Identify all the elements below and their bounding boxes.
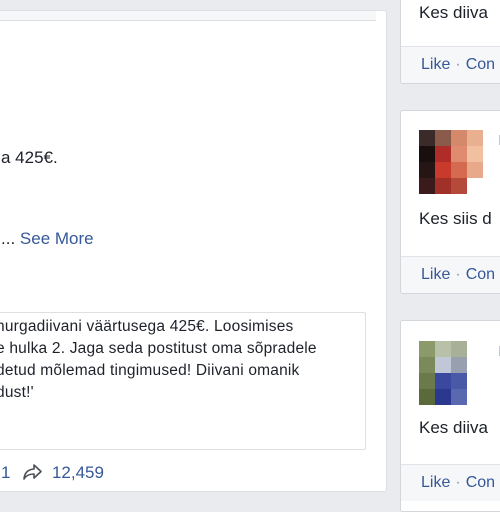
commenter-avatar[interactable] bbox=[419, 341, 483, 405]
quote-line-1: nurgadiivani väärtusega 425€. Loosimises bbox=[0, 318, 294, 335]
like-link[interactable]: Like bbox=[421, 266, 450, 283]
commenter-avatar[interactable] bbox=[419, 130, 483, 194]
shared-quote-box[interactable]: nurgadiivani väärtusega 425€. Loosimises… bbox=[0, 312, 366, 450]
sidebar-comment-card-3: Kes diiva Like · Con bbox=[400, 320, 500, 512]
sidebar-comment-text: Kes diiva bbox=[419, 418, 488, 437]
like-link[interactable]: Like bbox=[421, 474, 450, 491]
post-card: a 425€. ... See More nurgadiivani väärtu… bbox=[0, 10, 387, 492]
sidebar-comment-card-1: Kes diiva Like · Con bbox=[400, 0, 500, 84]
quote-line-3: detud mõlemad tingimused! Diivani omanik bbox=[0, 362, 300, 379]
quote-line-4: dust!' bbox=[0, 384, 34, 401]
quote-line-2: e hulka 2. Jaga seda postitust oma sõpra… bbox=[0, 340, 317, 357]
sidebar-comment-actions: Like · Con bbox=[401, 256, 500, 293]
comment-link[interactable]: Con bbox=[466, 266, 495, 283]
share-arrow-icon[interactable] bbox=[23, 463, 43, 486]
post-text-price: a 425€. bbox=[1, 148, 58, 167]
separator-dot: · bbox=[455, 266, 461, 283]
separator-dot: · bbox=[455, 56, 461, 73]
like-link[interactable]: Like bbox=[421, 56, 450, 73]
sidebar-comment-actions: Like · Con bbox=[401, 464, 500, 501]
comment-link[interactable]: Con bbox=[466, 474, 495, 491]
post-stats-bar: 1 12,459 bbox=[0, 463, 376, 497]
post-top-strip bbox=[0, 11, 376, 21]
comment-count[interactable]: 1 bbox=[1, 463, 10, 482]
sidebar-comment-card-2: Kes siis d Like · Con bbox=[400, 110, 500, 294]
sidebar-comment-text: Kes siis d bbox=[419, 209, 492, 228]
ellipsis: ... bbox=[1, 229, 16, 248]
share-count[interactable]: 12,459 bbox=[52, 463, 104, 482]
sidebar-comment-actions: Like · Con bbox=[401, 46, 500, 83]
separator-dot: · bbox=[455, 474, 461, 491]
sidebar-comment-text: Kes diiva bbox=[419, 3, 488, 22]
see-more-link[interactable]: See More bbox=[20, 229, 94, 248]
comment-link[interactable]: Con bbox=[466, 56, 495, 73]
post-text-truncated: ... See More bbox=[1, 229, 94, 249]
